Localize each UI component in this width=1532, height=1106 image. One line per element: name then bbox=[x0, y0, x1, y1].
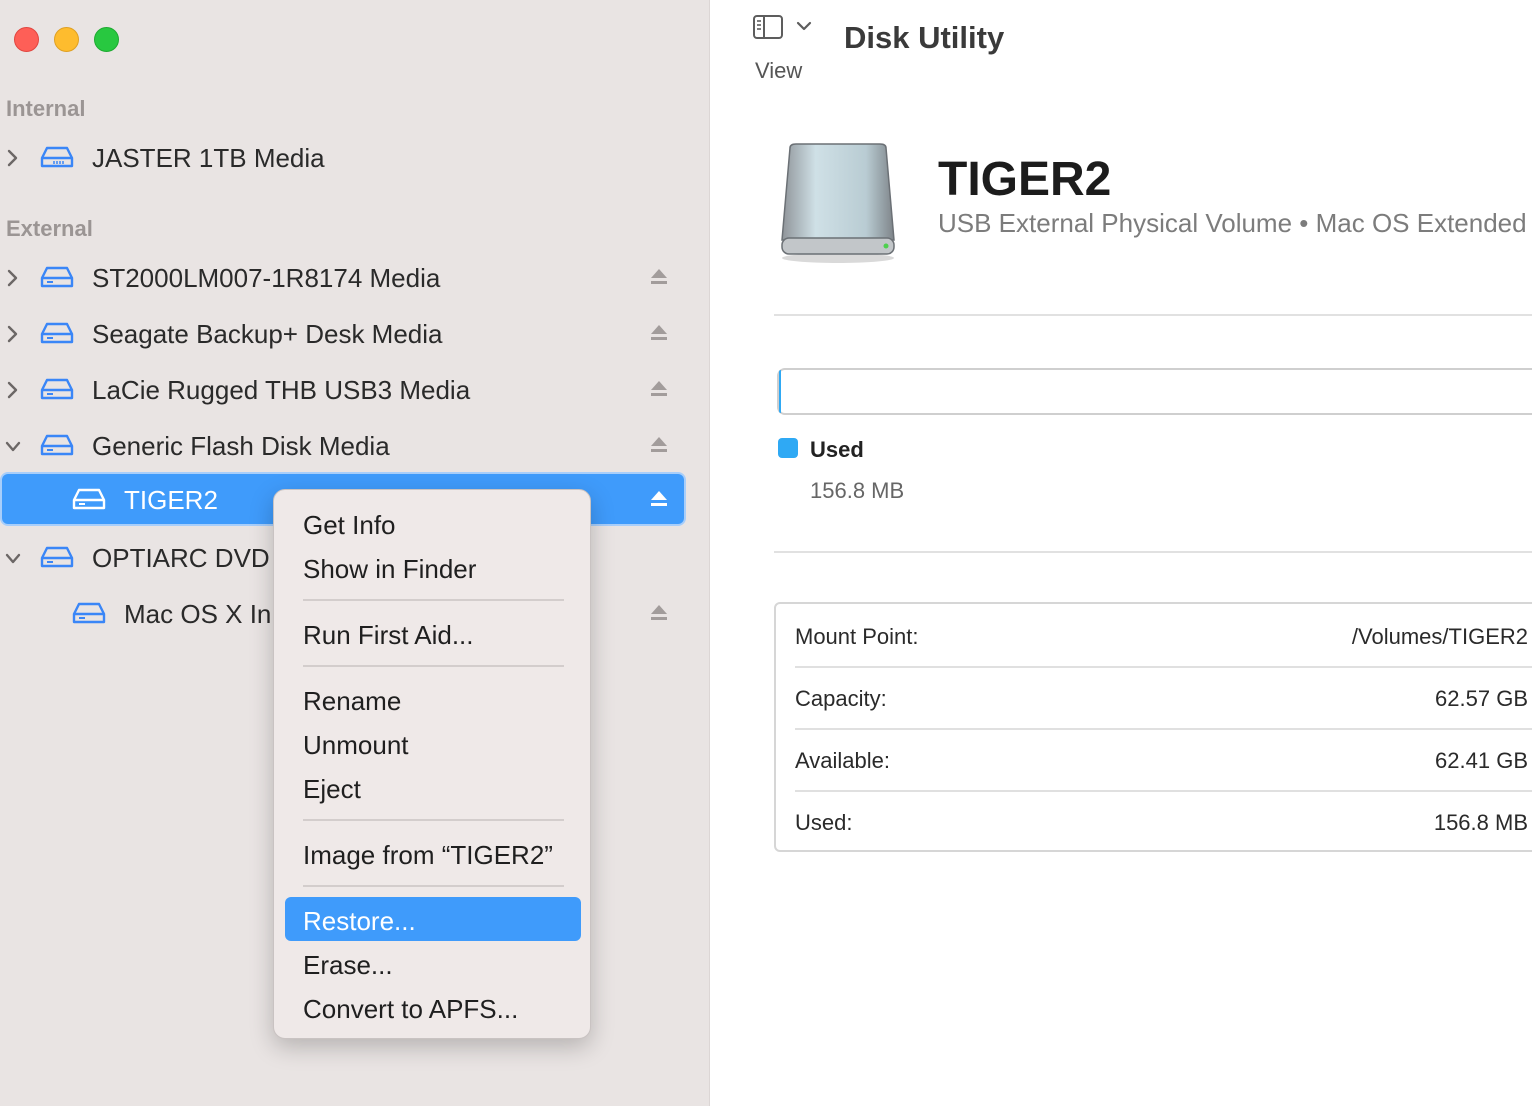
info-row-used: Used: 156.8 MB bbox=[776, 790, 1532, 852]
sidebar-item-label: OPTIARC DVD bbox=[92, 543, 270, 573]
eject-icon[interactable] bbox=[648, 488, 670, 510]
info-value: /Volumes/TIGER2 bbox=[1351, 624, 1528, 649]
divider bbox=[774, 551, 1532, 553]
info-value: 62.41 GB bbox=[1435, 748, 1528, 773]
external-drive-icon bbox=[40, 266, 74, 288]
menu-item-image-from[interactable]: Image from “TIGER2” bbox=[303, 840, 553, 871]
menu-item-get-info[interactable]: Get Info bbox=[303, 510, 396, 541]
sidebar-item-label: Seagate Backup+ Desk Media bbox=[92, 319, 443, 349]
usage-bar bbox=[777, 368, 1532, 415]
sidebar-item-generic-flash[interactable]: Generic Flash Disk Media bbox=[0, 422, 690, 470]
menu-item-convert-to-apfs[interactable]: Convert to APFS... bbox=[303, 994, 518, 1025]
menu-separator bbox=[303, 885, 564, 887]
internal-drive-icon bbox=[40, 146, 74, 168]
sidebar-item-jaster[interactable]: JASTER 1TB Media bbox=[0, 134, 690, 182]
eject-icon[interactable] bbox=[648, 266, 670, 288]
menu-item-restore[interactable]: Restore... bbox=[303, 906, 416, 937]
eject-icon[interactable] bbox=[648, 322, 670, 344]
menu-separator bbox=[303, 665, 564, 667]
menu-item-run-first-aid[interactable]: Run First Aid... bbox=[303, 620, 474, 651]
view-label[interactable]: View bbox=[755, 58, 802, 84]
info-key: Available: bbox=[795, 748, 890, 773]
context-menu: Get Info Show in Finder Run First Aid...… bbox=[273, 489, 591, 1039]
external-drive-icon bbox=[72, 602, 106, 624]
sidebar-item-label: ST2000LM007-1R8174 Media bbox=[92, 263, 441, 293]
info-key: Capacity: bbox=[795, 686, 887, 711]
used-legend-value: 156.8 MB bbox=[810, 478, 905, 503]
external-drive-icon bbox=[40, 434, 74, 456]
sidebar-item-label: TIGER2 bbox=[124, 485, 218, 515]
info-table: Mount Point: /Volumes/TIGER2 Capacity: 6… bbox=[774, 602, 1532, 852]
chevron-right-icon[interactable] bbox=[4, 378, 22, 402]
external-drive-icon bbox=[72, 488, 106, 510]
external-drive-icon bbox=[40, 378, 74, 400]
eject-icon[interactable] bbox=[648, 378, 670, 400]
usage-bar-fill bbox=[779, 370, 782, 413]
window-title: Disk Utility bbox=[844, 20, 1005, 55]
menu-item-erase[interactable]: Erase... bbox=[303, 950, 393, 981]
menu-item-unmount[interactable]: Unmount bbox=[303, 730, 409, 761]
info-key: Used: bbox=[795, 810, 853, 835]
sidebar-item-seagate[interactable]: Seagate Backup+ Desk Media bbox=[0, 310, 690, 358]
chevron-right-icon[interactable] bbox=[4, 146, 22, 170]
chevron-down-icon[interactable] bbox=[4, 434, 22, 458]
chevron-down-icon[interactable] bbox=[796, 18, 812, 34]
chevron-right-icon[interactable] bbox=[4, 266, 22, 290]
info-row-available: Available: 62.41 GB bbox=[776, 728, 1532, 790]
info-row-capacity: Capacity: 62.57 GB bbox=[776, 666, 1532, 728]
sidebar-item-label: JASTER 1TB Media bbox=[92, 143, 325, 173]
menu-item-rename[interactable]: Rename bbox=[303, 686, 401, 717]
info-value: 156.8 MB bbox=[1433, 810, 1528, 835]
info-value: 62.57 GB bbox=[1435, 686, 1528, 711]
menu-separator bbox=[303, 819, 564, 821]
sidebar-item-st2000[interactable]: ST2000LM007-1R8174 Media bbox=[0, 254, 690, 302]
external-drive-icon bbox=[40, 546, 74, 568]
chevron-right-icon[interactable] bbox=[4, 322, 22, 346]
menu-item-eject[interactable]: Eject bbox=[303, 774, 361, 805]
volume-description: USB External Physical Volume • Mac OS Ex… bbox=[938, 208, 1527, 238]
info-key: Mount Point: bbox=[795, 624, 919, 649]
eject-icon[interactable] bbox=[648, 434, 670, 456]
volume-name: TIGER2 bbox=[938, 153, 1112, 206]
chevron-down-icon[interactable] bbox=[4, 546, 22, 570]
used-legend-label: Used bbox=[810, 437, 864, 462]
menu-item-show-in-finder[interactable]: Show in Finder bbox=[303, 554, 476, 585]
close-window-button[interactable] bbox=[14, 27, 39, 52]
sidebar-toggle-icon[interactable] bbox=[752, 14, 784, 40]
menu-separator bbox=[303, 599, 564, 601]
eject-icon[interactable] bbox=[648, 602, 670, 624]
section-label-internal: Internal bbox=[6, 96, 86, 121]
external-disk-image bbox=[781, 143, 895, 263]
sidebar-item-label: Mac OS X In bbox=[124, 599, 272, 629]
section-label-external: External bbox=[6, 216, 93, 241]
sidebar-item-label: Generic Flash Disk Media bbox=[92, 431, 390, 461]
zoom-window-button[interactable] bbox=[94, 27, 119, 52]
used-legend-swatch bbox=[778, 438, 798, 458]
minimize-window-button[interactable] bbox=[54, 27, 79, 52]
divider bbox=[774, 314, 1532, 316]
sidebar-item-lacie[interactable]: LaCie Rugged THB USB3 Media bbox=[0, 366, 690, 414]
external-drive-icon bbox=[40, 322, 74, 344]
info-row-mount-point: Mount Point: /Volumes/TIGER2 bbox=[776, 604, 1532, 666]
sidebar-item-label: LaCie Rugged THB USB3 Media bbox=[92, 375, 471, 405]
